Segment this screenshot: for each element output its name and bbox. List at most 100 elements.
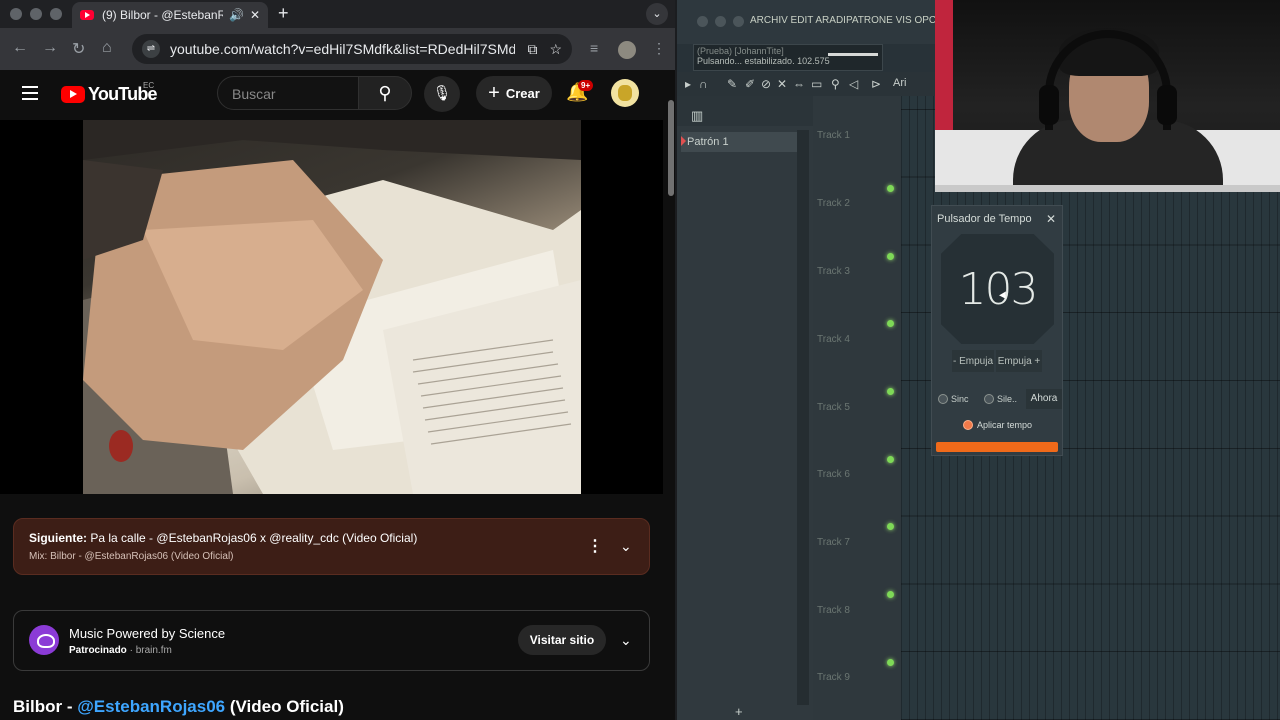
ad-title: Music Powered by Science [69,626,226,641]
tempo-tapper-window[interactable]: Pulsador de Tempo ✕ 103 - Empuja Empuja … [931,205,1063,456]
track-led[interactable] [887,591,894,598]
voice-search-button[interactable]: 🎙 [424,76,460,112]
video-title-suffix: (Video Oficial) [225,697,344,716]
url-text[interactable]: youtube.com/watch?v=edHil7SMdfk&list=RDe… [170,41,515,57]
nudge-plus-button[interactable]: Empuja + [996,350,1042,372]
track-led[interactable] [887,456,894,463]
chevron-down-icon[interactable]: ⌄ [620,538,632,555]
minimize-window-button[interactable] [30,8,42,20]
apply-tempo-toggle[interactable]: Aplicar tempo [963,420,1032,430]
profile-avatar[interactable] [618,41,636,59]
ad-chevron-down-icon[interactable]: ⌄ [620,632,632,649]
slip-icon[interactable]: ⇔ [793,77,805,91]
account-avatar[interactable] [611,79,639,107]
slice-icon[interactable]: ⊳ [871,77,881,91]
close-icon[interactable]: ✕ [1046,212,1056,226]
headphone-cup-left [1039,85,1059,125]
menu-icon[interactable] [22,86,38,100]
forward-icon[interactable]: → [42,39,58,57]
fl-maximize-button[interactable] [733,16,744,27]
browser-tab[interactable]: (9) Bilbor - @EstebanRoja 🔊 ✕ [72,2,268,28]
ad-subtitle: Patrocinado · brain.fm [69,645,172,656]
reload-icon[interactable]: ↻ [72,39,85,59]
track-name[interactable]: Track 6 [817,469,850,480]
picker-scrollbar[interactable] [797,130,809,705]
track-name[interactable]: Track 1 [817,130,850,141]
reading-list-icon[interactable]: ≡ [590,40,598,56]
track-name[interactable]: Track 5 [817,402,850,413]
select-icon[interactable]: ▭ [811,77,822,91]
pattern-item[interactable]: Patrón 1 [681,132,797,152]
pencil-icon[interactable]: ✎ [727,77,737,91]
silent-radio[interactable]: Sile.. [984,394,1017,404]
more-options-icon[interactable]: ⋮ [587,536,603,556]
search-input[interactable]: Buscar [217,76,359,110]
video-player[interactable] [0,120,663,494]
address-bar[interactable]: ⇌ youtube.com/watch?v=edHil7SMdfk&list=R… [132,34,572,64]
fl-main-menu[interactable]: ARCHIV EDIT ARADIPATRONE VIS OPCIONE [750,15,961,26]
chrome-menu-icon[interactable]: ⋮ [652,40,666,57]
install-app-icon[interactable]: ⧉ [527,41,537,58]
playback-icon[interactable]: ◁ [849,77,858,91]
scrollbar-thumb[interactable] [668,100,674,196]
tab-title: (9) Bilbor - @EstebanRoja [102,8,223,22]
channel-handle-link[interactable]: @EstebanRojas06 [77,697,225,716]
fl-minimize-button[interactable] [715,16,726,27]
bpm-readout: 103 [958,264,1039,315]
up-next-card[interactable]: Siguiente: Pa la calle - @EstebanRojas06… [13,518,650,575]
close-tab-icon[interactable]: ✕ [250,8,260,22]
silent-label: Sile.. [997,394,1018,404]
country-code: EC [143,81,155,90]
track-name[interactable]: Track 9 [817,672,850,683]
visit-site-button[interactable]: Visitar sitio [518,625,606,655]
youtube-logo[interactable]: YouTube EC [61,81,158,105]
microphone-icon: 🎙 [432,85,452,102]
brush-icon[interactable]: ✐ [745,77,755,91]
fl-close-button[interactable] [697,16,708,27]
page-scrollbar[interactable] [667,70,675,720]
zoom-icon[interactable]: ⚲ [831,77,840,91]
track-headers: Track 1 Track 2 Track 3 Track 4 Track 5 … [813,96,901,720]
search-button[interactable]: ⚲ [358,76,412,110]
close-window-button[interactable] [10,8,22,20]
track-led[interactable] [887,185,894,192]
site-info-icon[interactable]: ⇌ [142,40,160,58]
piano-icon[interactable]: ▥ [691,108,703,124]
play-icon[interactable]: ▸ [685,77,691,91]
nudge-minus-button[interactable]: - Empuja [952,350,994,372]
track-led[interactable] [887,388,894,395]
track-name[interactable]: Track 7 [817,537,850,548]
fl-hint-panel: (Prueba) [JohannTite] Pulsando... estabi… [693,44,883,71]
delete-icon[interactable]: ⊘ [761,77,771,91]
tap-pad[interactable]: 103 [941,234,1054,344]
mute-icon[interactable]: ✕ [777,77,787,91]
sync-radio[interactable]: Sinc [938,394,969,404]
arrange-label[interactable]: Ari [893,77,906,89]
track-led[interactable] [887,320,894,327]
sponsored-ad-card[interactable]: Music Powered by Science Patrocinado · b… [13,610,650,671]
track-led[interactable] [887,659,894,666]
maximize-window-button[interactable] [50,8,62,20]
tab-search-button[interactable]: ⌄ [646,3,668,25]
create-button[interactable]: + Crear [476,76,552,110]
track-name[interactable]: Track 2 [817,198,850,209]
speaker-icon[interactable]: 🔊 [229,8,244,22]
home-icon[interactable]: ⌂ [102,39,112,57]
track-name[interactable]: Track 8 [817,605,850,616]
now-button[interactable]: Ahora [1026,389,1062,409]
add-track-icon[interactable]: + [735,704,743,719]
magnet-icon[interactable]: ∩ [699,77,708,91]
track-led[interactable] [887,523,894,530]
track-led[interactable] [887,253,894,260]
tempo-tapper-title: Pulsador de Tempo [937,213,1032,225]
video-frame[interactable] [83,120,581,494]
notification-count-badge: 9+ [578,80,594,91]
new-tab-button[interactable]: + [278,3,289,24]
plus-icon: + [488,81,500,104]
window-controls [10,8,62,20]
back-icon[interactable]: ← [12,39,28,57]
track-name[interactable]: Track 4 [817,334,850,345]
track-name[interactable]: Track 3 [817,266,850,277]
bookmark-star-icon[interactable]: ☆ [549,41,562,58]
fl-window-controls [697,16,744,27]
